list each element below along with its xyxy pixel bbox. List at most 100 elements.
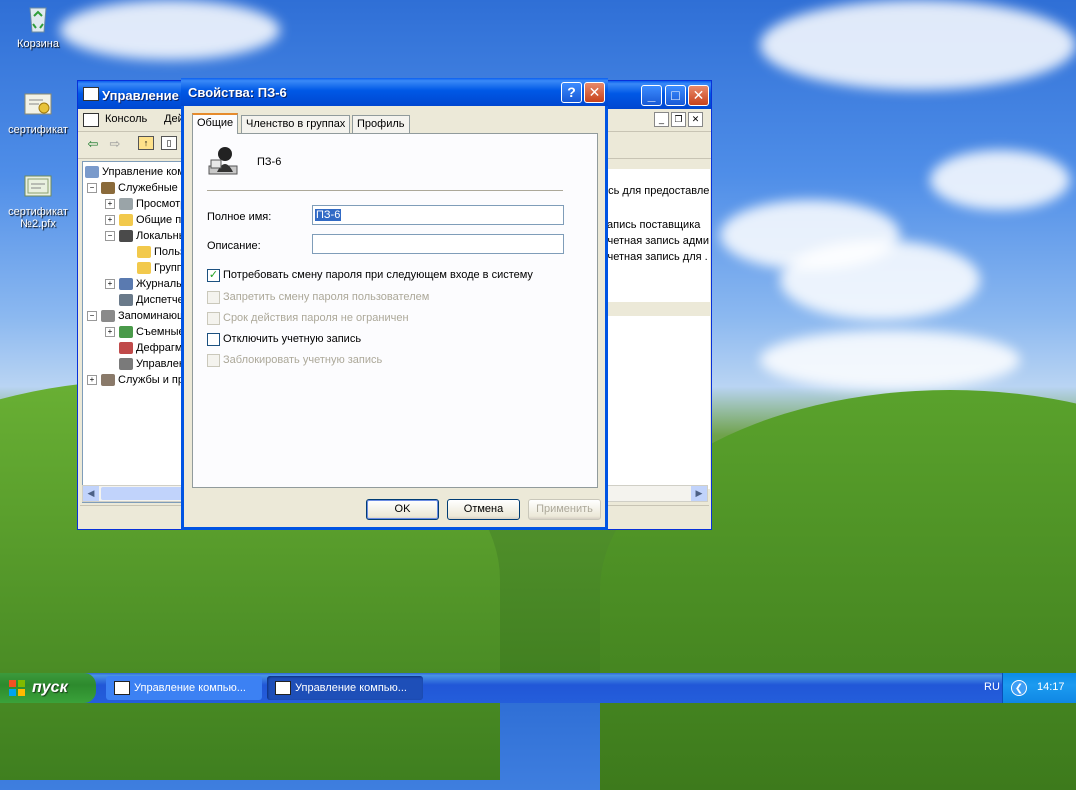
ok-button[interactable]: OK <box>366 499 439 520</box>
collapse-toggle[interactable]: − <box>87 311 97 321</box>
tab-profile[interactable]: Профиль <box>352 115 410 133</box>
full-name-value: ПЗ-6 <box>315 209 342 221</box>
checkbox-account-locked[interactable] <box>207 354 220 367</box>
checkbox-label: Срок действия пароля не ограничен <box>223 312 409 324</box>
user-name-label: ПЗ-6 <box>257 156 282 168</box>
desktop-icon-recycle-bin[interactable]: Корзина <box>0 2 76 50</box>
folder-icon <box>137 246 151 259</box>
tree-item[interactable]: Запоминающие устройства <box>101 308 187 324</box>
clock[interactable]: 14:17 <box>1037 681 1065 693</box>
system-tray: ❮ 14:17 <box>1002 673 1076 703</box>
mdi-minimize-button[interactable]: _ <box>654 112 669 127</box>
certificate-icon <box>22 88 54 120</box>
tree-item[interactable]: Службы и приложения <box>101 372 187 388</box>
desktop-icon-label: сертификат <box>8 124 68 136</box>
certificate-icon <box>22 170 54 202</box>
tab-general[interactable]: Общие <box>192 113 239 134</box>
tree-item[interactable]: Просмотр событий <box>119 196 187 212</box>
tree-item[interactable]: Управление компьютером <box>85 164 187 180</box>
desktop-icon-label: Корзина <box>17 38 59 50</box>
checkbox-label: Запретить смену пароля пользователем <box>223 291 430 303</box>
checkbox-label: Заблокировать учетную запись <box>223 354 383 366</box>
checkbox-label: Потребовать смену пароля при следующем в… <box>223 269 533 281</box>
taskbar-item[interactable]: Управление компью... <box>106 676 262 700</box>
maximize-button[interactable]: □ <box>665 85 686 106</box>
start-label: пуск <box>32 679 68 696</box>
taskbar-item[interactable]: Управление компью... <box>267 676 423 700</box>
tree-item[interactable]: Служебные программы <box>101 180 187 196</box>
apply-button[interactable]: Применить <box>528 499 601 520</box>
selected-row-highlight <box>600 302 710 316</box>
performance-icon <box>119 278 133 291</box>
dialog-title: Свойства: ПЗ-6 <box>188 85 287 100</box>
show-hidden-icons-icon[interactable]: ❮ <box>1011 680 1027 696</box>
tree-item[interactable]: Локальные пользователи <box>119 228 187 244</box>
windows-flag-icon <box>9 680 25 696</box>
minimize-button[interactable]: _ <box>641 85 662 106</box>
menu-console[interactable]: Консоль <box>105 113 147 125</box>
up-folder-icon[interactable]: ↑ <box>138 136 154 150</box>
tree-item[interactable]: Журналы производительности <box>119 276 187 292</box>
console-icon <box>83 113 99 127</box>
tree-item[interactable]: Общие папки <box>119 212 187 228</box>
description-field[interactable] <box>312 234 564 254</box>
dialog-titlebar[interactable]: Свойства: ПЗ-6 ? ✕ <box>181 78 608 106</box>
console-tree[interactable]: Управление компьютером − Служебные прогр… <box>82 161 188 503</box>
tab-membership[interactable]: Членство в группах <box>241 115 351 133</box>
tree-item[interactable]: Съемные ЗУ <box>119 324 187 340</box>
collapse-toggle[interactable]: − <box>87 183 97 193</box>
scroll-left-button[interactable]: ◀ <box>83 486 99 501</box>
expand-toggle[interactable]: + <box>105 215 115 225</box>
mdi-restore-button[interactable]: ❐ <box>671 112 686 127</box>
language-indicator[interactable]: RU <box>984 681 1000 693</box>
user-icon <box>207 144 239 176</box>
back-arrow-icon[interactable]: ⇦ <box>84 136 102 152</box>
desktop-icon-certificate[interactable]: сертификат <box>0 88 76 136</box>
computer-icon <box>275 681 291 695</box>
help-button[interactable]: ? <box>561 82 582 103</box>
tree-item[interactable]: Диспетчер устройств <box>119 292 187 308</box>
tree-item[interactable]: Управление дисками <box>119 356 187 372</box>
scroll-right-button[interactable]: ▶ <box>691 486 707 501</box>
event-viewer-icon <box>119 198 133 211</box>
checkbox-cannot-change-password[interactable] <box>207 291 220 304</box>
user-properties-dialog[interactable]: Свойства: ПЗ-6 ? ✕ Общие Членство в груп… <box>181 78 608 530</box>
forward-arrow-icon[interactable]: ⇨ <box>106 136 124 152</box>
start-button[interactable]: пуск <box>0 673 96 703</box>
details-row[interactable]: учетная запись адми <box>602 235 709 247</box>
checkbox-must-change-password[interactable]: ✓ <box>207 269 220 282</box>
expand-toggle[interactable]: + <box>105 327 115 337</box>
close-button[interactable]: ✕ <box>688 85 709 106</box>
mdi-controls: _ ❐ ✕ <box>654 112 706 127</box>
mdi-close-button[interactable]: ✕ <box>688 112 703 127</box>
close-button[interactable]: ✕ <box>584 82 605 103</box>
checkbox-account-disabled[interactable] <box>207 333 220 346</box>
tools-icon <box>101 182 115 195</box>
details-row[interactable]: запись поставщика <box>602 219 700 231</box>
desktop-icon-label: сертификат №2.pfx <box>8 206 68 230</box>
full-name-label: Полное имя: <box>207 211 272 223</box>
cancel-button[interactable]: Отмена <box>447 499 520 520</box>
taskbar: пуск Управление компью... Управление ком… <box>0 673 1076 703</box>
show-tree-icon[interactable]: ▯ <box>161 136 177 150</box>
computer-icon <box>114 681 130 695</box>
expand-toggle[interactable]: + <box>87 375 97 385</box>
full-name-field[interactable]: ПЗ-6 <box>312 205 564 225</box>
expand-toggle[interactable]: + <box>105 199 115 209</box>
collapse-toggle[interactable]: − <box>105 231 115 241</box>
expand-toggle[interactable]: + <box>105 279 115 289</box>
tree-item[interactable]: Дефрагментация диска <box>119 340 187 356</box>
computer-icon <box>83 87 99 101</box>
description-label: Описание: <box>207 240 261 252</box>
shared-folder-icon <box>119 214 133 227</box>
disk-management-icon <box>119 358 133 371</box>
details-pane[interactable]: ись для предоставле запись поставщика уч… <box>600 169 710 489</box>
details-row[interactable]: ись для предоставле <box>602 185 709 197</box>
details-row[interactable]: учетная запись для . <box>602 251 708 263</box>
checkbox-password-never-expires[interactable] <box>207 312 220 325</box>
removable-storage-icon <box>119 326 133 339</box>
users-icon <box>119 230 133 243</box>
desktop-icon-certificate-pfx[interactable]: сертификат №2.pfx <box>0 170 76 230</box>
services-icon <box>101 374 115 387</box>
storage-icon <box>101 310 115 323</box>
